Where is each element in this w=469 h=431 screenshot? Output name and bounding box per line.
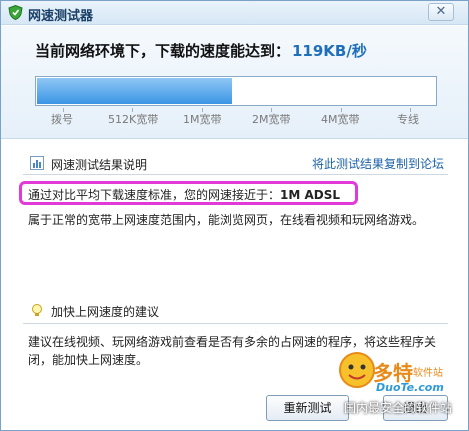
duote-mascot-logo [339, 352, 375, 388]
speed-value: 119KB/秒 [292, 42, 367, 60]
title-bar[interactable]: 网速测试器 ✕ [1, 1, 468, 25]
watermark-corner-text: 国内最安全的软件站 [344, 401, 453, 415]
scale-label-dedicated: 专线 [397, 113, 419, 126]
result-description: 属于正常的宽带上网速度范围内，能浏览网页，在线看视频和玩网络游戏。 [28, 213, 425, 227]
bar-chart-icon [30, 156, 44, 170]
watermark-url: DuoTe.com [376, 381, 444, 394]
speed-test-window: 网速测试器 ✕ 当前网络环境下，下载的速度能达到： 119KB/秒 拨号 512… [0, 0, 469, 431]
scale-label-512k: 512K宽带 [108, 113, 159, 126]
scale-label-2m: 2M宽带 [252, 113, 291, 126]
scale-label-dialup: 拨号 [51, 113, 73, 126]
result-conclusion-prefix: 通过对比平均下载速度标准，您的网速接近于： [28, 188, 281, 202]
advice-title: 加快上网速度的建议 [51, 305, 160, 319]
close-button[interactable]: ✕ [428, 3, 454, 21]
speed-meter [35, 76, 437, 106]
copy-to-forum-link[interactable]: 将此测试结果复制到论坛 [312, 155, 444, 172]
results-title: 网速测试结果说明 [51, 158, 148, 172]
lightbulb-icon [32, 304, 42, 316]
result-conclusion-value: 1M ADSL [280, 188, 341, 202]
scale-label-4m: 4M宽带 [321, 113, 360, 126]
scale-label-1m: 1M宽带 [183, 113, 222, 126]
divider [23, 174, 448, 175]
window-title: 网速测试器 [28, 9, 94, 24]
advice-line-1: 建议在线视频、玩网络游戏前查看是否有多余的占网速的程序，将这些程序关 [28, 335, 437, 349]
retest-button[interactable]: 重新测试 [266, 395, 349, 421]
advice-line-2: 闭，能加快上网速度。 [28, 353, 149, 367]
result-conclusion: 通过对比平均下载速度标准，您的网速接近于：1M ADSL [28, 186, 340, 203]
watermark-subtitle: 软件站 [413, 368, 443, 379]
divider [23, 323, 448, 324]
speed-panel: 当前网络环境下，下载的速度能达到： 119KB/秒 拨号 512K宽带 1M宽带… [1, 26, 468, 139]
speed-label: 当前网络环境下，下载的速度能达到： [35, 42, 291, 60]
shield-app-icon [8, 5, 23, 20]
speed-meter-fill [37, 78, 232, 104]
